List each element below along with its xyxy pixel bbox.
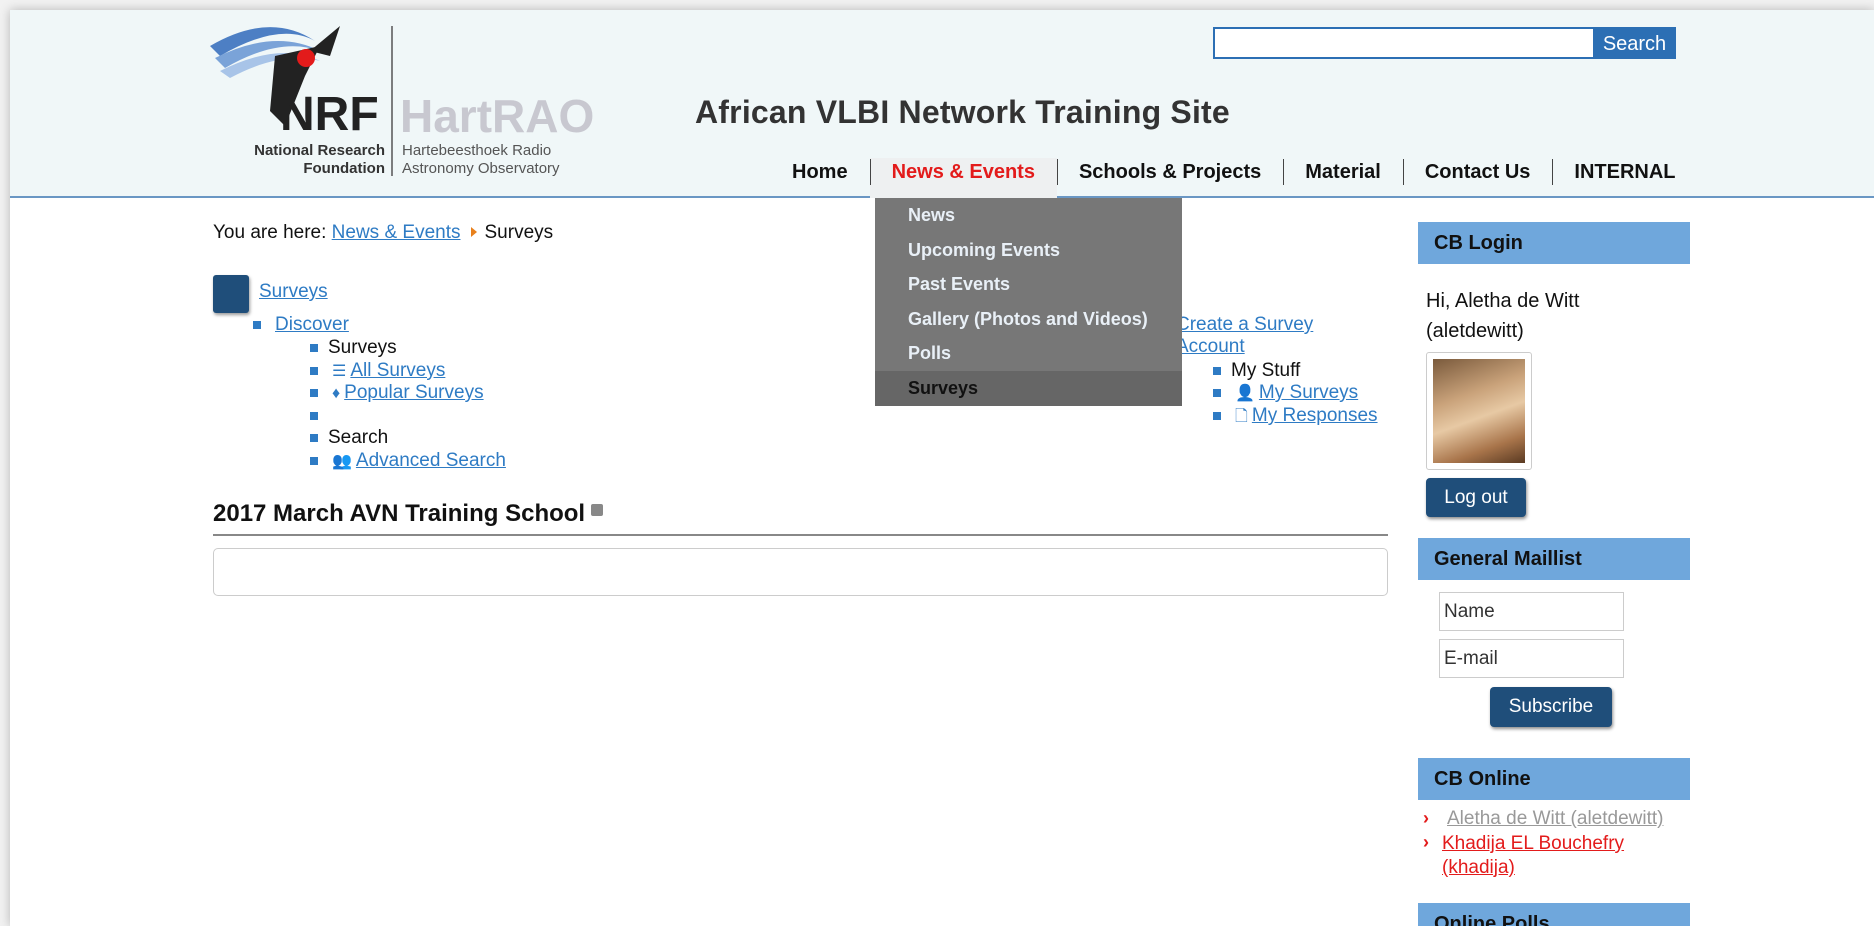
site-title: African VLBI Network Training Site [695, 94, 1230, 130]
online-user-link[interactable]: Khadija EL Bouchefry (khadija) [1442, 832, 1652, 880]
dropdown-item-upcoming-events[interactable]: Upcoming Events [875, 233, 1182, 268]
list-bullet [310, 367, 318, 375]
breadcrumb-arrow-icon [470, 227, 477, 237]
my-responses-item[interactable]: 🗋 My Responses [1235, 405, 1378, 432]
breadcrumb-prefix: You are here: [213, 222, 327, 243]
my-stuff-label: My Stuff [1231, 360, 1301, 381]
svg-text:National Research: National Research [254, 142, 385, 159]
discover-link[interactable]: Discover [275, 314, 349, 336]
rss-icon[interactable] [591, 504, 604, 516]
nrf-hartrao-logo[interactable]: NRF National Research Foundation HartRAO… [210, 16, 670, 196]
cb-login-heading: CB Login [1418, 222, 1690, 264]
dropdown-item-past-events[interactable]: Past Events [875, 267, 1182, 302]
list-icon: ☰ [332, 363, 347, 380]
breadcrumb-link-news-events[interactable]: News & Events [332, 222, 461, 243]
nav-contact-us[interactable]: Contact Us [1402, 158, 1553, 198]
greeting-name: Hi, Aletha de Witt [1426, 290, 1580, 312]
online-user-link[interactable]: Aletha de Witt (aletdewitt) [1447, 808, 1663, 830]
list-bullet [310, 434, 318, 442]
general-maillist-heading: General Maillist [1418, 538, 1690, 580]
nav-internal[interactable]: INTERNAL [1552, 158, 1697, 198]
chevron-right-icon: › [1423, 808, 1429, 828]
news-events-dropdown: News Upcoming Events Past Events Gallery… [875, 198, 1182, 406]
list-bullet [253, 321, 261, 329]
users-icon: 👥 [332, 453, 352, 470]
nav-news-events[interactable]: News & Events [869, 158, 1057, 198]
list-bullet [310, 344, 318, 352]
svg-text:HartRAO: HartRAO [400, 90, 594, 142]
nav-home[interactable]: Home [770, 158, 870, 198]
dropdown-item-news[interactable]: News [875, 198, 1182, 233]
document-icon: 🗋 [1235, 408, 1248, 425]
search-button[interactable]: Search [1593, 27, 1676, 59]
breadcrumb-current: Surveys [484, 222, 554, 243]
user-icon: 👤 [1235, 385, 1255, 402]
list-bullet [1213, 389, 1221, 397]
maillist-email-field[interactable]: E-mail [1439, 639, 1624, 678]
all-surveys-item[interactable]: ☰ All Surveys [332, 360, 445, 382]
avatar-image [1433, 359, 1525, 463]
list-bullet [1213, 412, 1221, 420]
nav-material[interactable]: Material [1283, 158, 1403, 198]
content-heading: 2017 March AVN Training School [213, 500, 604, 528]
maillist-name-field[interactable]: Name [1439, 592, 1624, 631]
subscribe-button[interactable]: Subscribe [1490, 687, 1612, 727]
list-bullet [1213, 367, 1221, 375]
online-polls-heading: Online Polls [1418, 903, 1690, 926]
advanced-search-item[interactable]: 👥 Advanced Search [332, 450, 506, 472]
content-heading-text: 2017 March AVN Training School [213, 500, 586, 527]
svg-text:Foundation: Foundation [303, 160, 385, 177]
cb-online-heading: CB Online [1418, 758, 1690, 800]
surveys-link[interactable]: Surveys [259, 281, 328, 303]
search-input[interactable] [1213, 27, 1593, 59]
heading-divider [213, 534, 1388, 536]
list-bullet [310, 457, 318, 465]
site-header: NRF National Research Foundation HartRAO… [10, 10, 1874, 198]
browser-page: NRF National Research Foundation HartRAO… [10, 10, 1874, 926]
surveys-label: Surveys [328, 337, 397, 358]
dropdown-item-gallery[interactable]: Gallery (Photos and Videos) [875, 302, 1182, 337]
svg-text:Astronomy Observatory: Astronomy Observatory [402, 160, 560, 177]
greeting-username: (aletdewitt) [1426, 320, 1524, 342]
my-responses-link[interactable]: My Responses [1252, 405, 1378, 426]
dropdown-item-surveys[interactable]: Surveys [875, 370, 1182, 406]
popular-surveys-item[interactable]: ♦ Popular Surveys [332, 382, 484, 404]
svg-text:Hartebeesthoek Radio: Hartebeesthoek Radio [402, 142, 551, 159]
dropdown-item-polls[interactable]: Polls [875, 336, 1182, 371]
content-box [213, 548, 1388, 596]
login-greeting: Hi, Aletha de Witt (aletdewitt) [1426, 286, 1579, 346]
surveys-menu-button[interactable] [213, 275, 249, 313]
create-survey-account-link[interactable]: Create a Survey Account [1176, 314, 1346, 358]
main-nav: Home News & Events Schools & Projects Ma… [770, 158, 1698, 198]
my-surveys-link[interactable]: My Surveys [1259, 382, 1358, 403]
chevron-right-icon: › [1423, 832, 1429, 852]
all-surveys-link[interactable]: All Surveys [350, 360, 445, 381]
avatar[interactable] [1426, 352, 1532, 470]
nav-schools-projects[interactable]: Schools & Projects [1056, 158, 1283, 198]
list-bullet [310, 412, 318, 420]
list-bullet [310, 389, 318, 397]
breadcrumb: You are here: News & Events Surveys [213, 222, 553, 244]
logout-button[interactable]: Log out [1426, 478, 1526, 517]
flame-icon: ♦ [332, 385, 341, 402]
search-label: Search [328, 427, 389, 448]
advanced-search-link[interactable]: Advanced Search [356, 450, 506, 471]
my-surveys-item[interactable]: 👤 My Surveys [1235, 382, 1358, 404]
svg-text:NRF: NRF [280, 88, 379, 141]
popular-surveys-link[interactable]: Popular Surveys [344, 382, 483, 403]
